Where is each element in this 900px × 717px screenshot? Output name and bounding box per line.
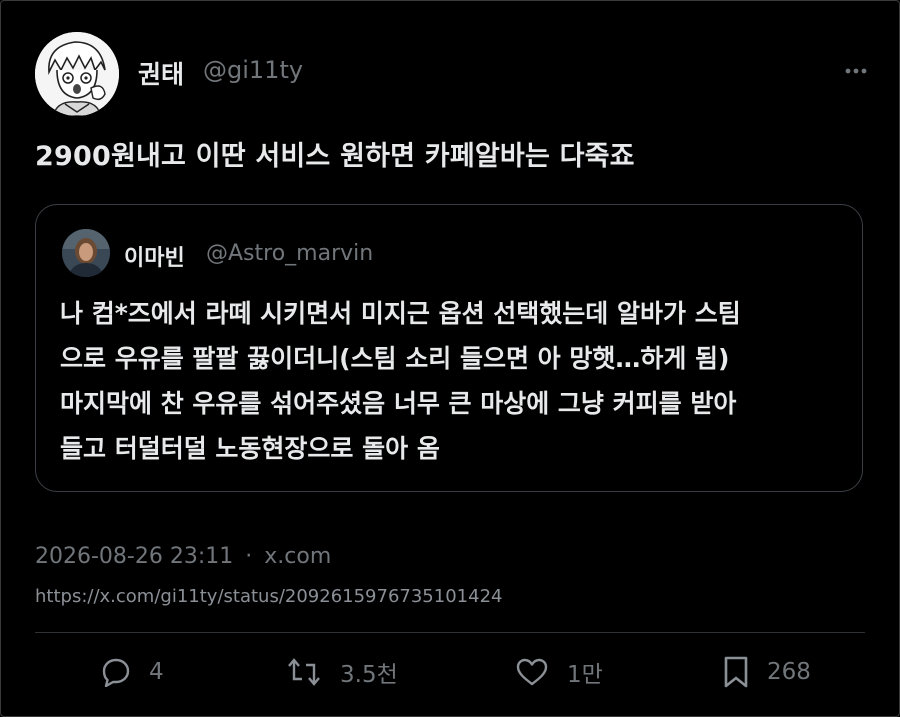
quote-author-handle[interactable]: @Astro_marvin xyxy=(206,241,373,266)
bookmark-icon xyxy=(724,656,748,688)
quote-author-avatar[interactable] xyxy=(62,229,110,277)
bookmark-count: 268 xyxy=(767,659,811,685)
author-handle[interactable]: @gi11ty xyxy=(203,56,303,84)
quoted-tweet[interactable]: 이마빈 @Astro_marvin 나 컴*즈에서 라떼 시키면서 미지근 옵션… xyxy=(35,204,863,492)
avatar-image xyxy=(35,32,119,116)
retweet-count: 3.5천 xyxy=(340,662,398,688)
quote-text-line: 으로 우유를 팔팔 끓이더니(스팀 소리 들으면 아 망햇…하게 됨) xyxy=(60,344,730,373)
like-count: 1만 xyxy=(567,662,603,688)
reply-icon xyxy=(102,658,130,687)
tweet-url[interactable]: https://x.com/gi11ty/status/209261597673… xyxy=(35,586,502,607)
heart-icon xyxy=(516,658,548,686)
reply-count: 4 xyxy=(149,659,164,685)
more-icon xyxy=(845,68,867,74)
quote-text-line: 들고 터덜터덜 노동현장으로 돌아 옴 xyxy=(60,434,440,463)
author-avatar[interactable] xyxy=(35,32,119,116)
meta-separator: · xyxy=(245,544,253,569)
retweet-button[interactable]: 3.5천 xyxy=(286,653,398,691)
quote-avatar-image xyxy=(62,229,110,277)
quote-text-line: 나 컴*즈에서 라떼 시키면서 미지근 옵션 선택했는데 알바가 스팀 xyxy=(60,299,741,328)
tweet-card: 권태 @gi11ty 2900원내고 이딴 서비스 원하면 카페알바는 다죽죠 … xyxy=(0,0,900,717)
like-button[interactable]: 1만 xyxy=(515,653,603,691)
divider xyxy=(35,632,865,633)
source-label: x.com xyxy=(264,544,332,569)
quote-author-name[interactable]: 이마빈 xyxy=(124,240,185,272)
tweet-meta: 2026-08-26 23:11 · x.com xyxy=(35,544,331,569)
timestamp[interactable]: 2026-08-26 23:11 xyxy=(35,544,233,569)
tweet-text: 2900원내고 이딴 서비스 원하면 카페알바는 다죽죠 xyxy=(35,141,635,172)
reply-button[interactable]: 4 xyxy=(101,653,164,691)
more-options-button[interactable] xyxy=(841,61,871,81)
retweet-icon xyxy=(288,658,320,686)
bookmark-button[interactable]: 268 xyxy=(723,653,811,691)
author-name[interactable]: 권태 xyxy=(138,55,184,91)
quote-text-line: 마지막에 찬 우유를 섞어주셨음 너무 큰 마상에 그냥 커피를 받아 xyxy=(60,389,737,418)
quote-text: 나 컴*즈에서 라떼 시키면서 미지근 옵션 선택했는데 알바가 스팀 으로 우… xyxy=(60,291,850,471)
